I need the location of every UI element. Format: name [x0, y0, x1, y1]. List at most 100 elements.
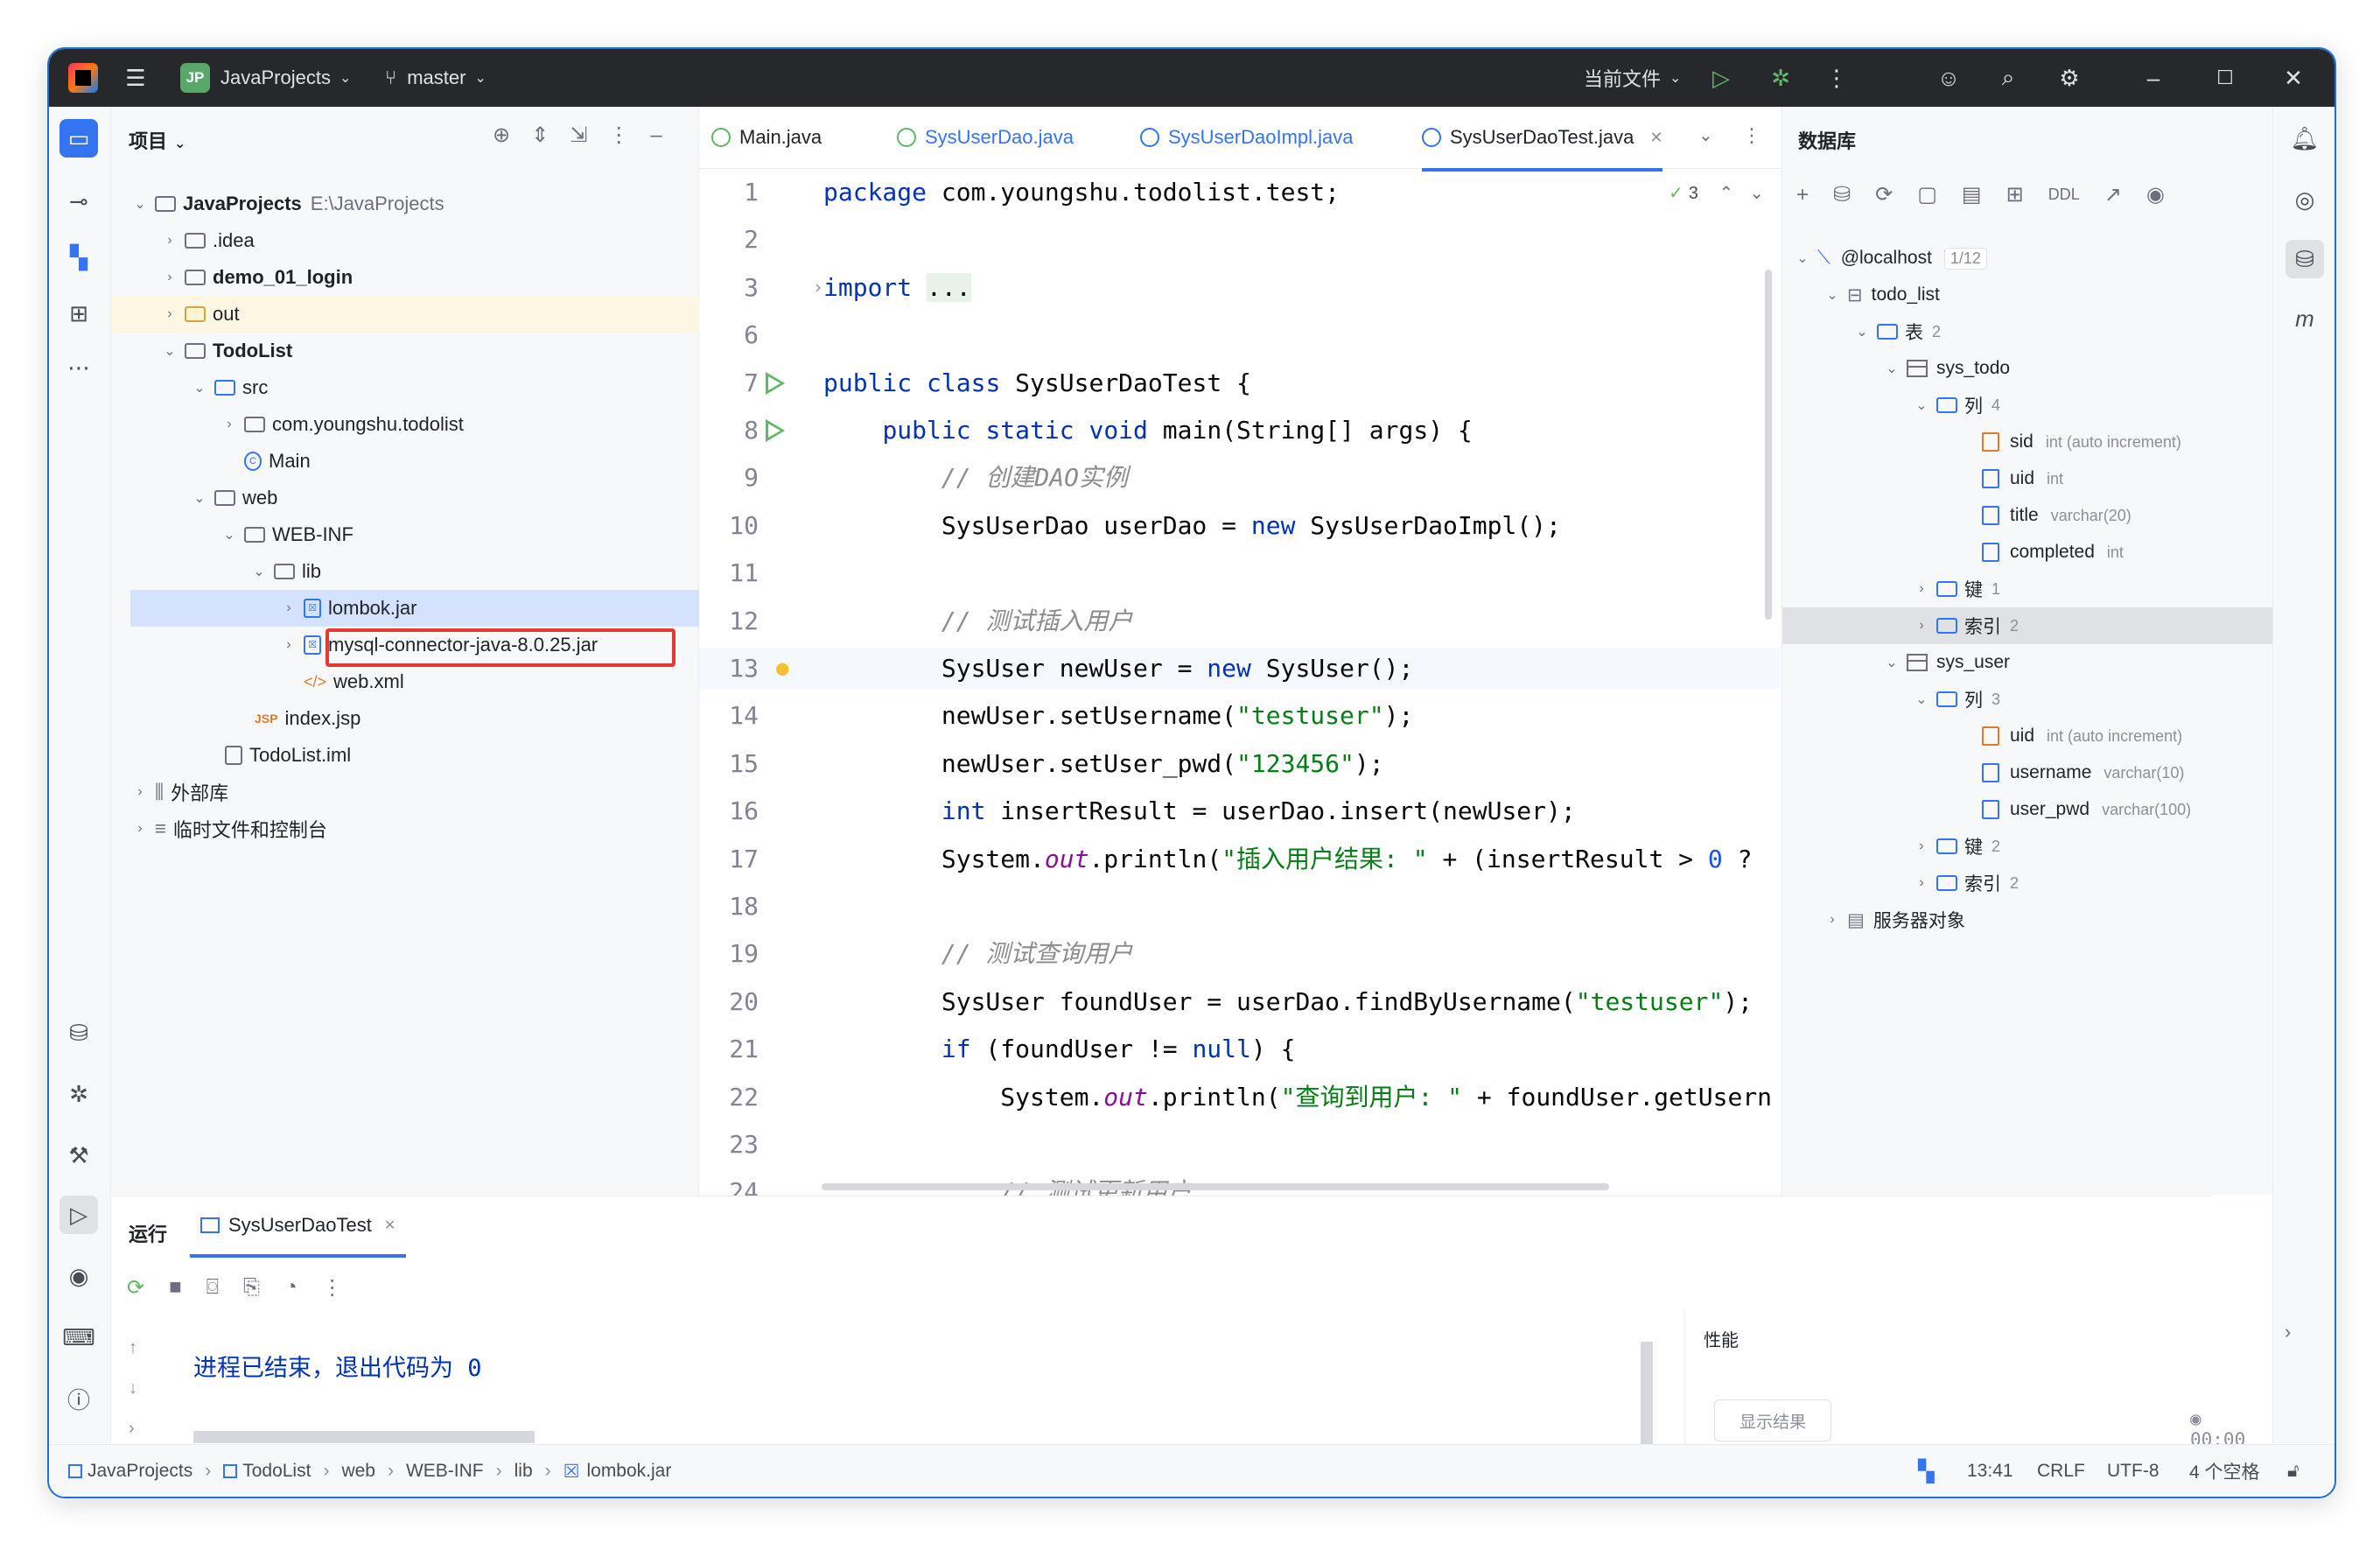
- main-menu-icon[interactable]: ☰: [121, 63, 150, 93]
- code-text[interactable]: int insertResult = userDao.insert(newUse…: [823, 790, 1576, 831]
- code-line[interactable]: 9 // 创建DAO实例: [699, 457, 1781, 498]
- db-tree-item[interactable]: › ▤ 服务器对象: [1782, 901, 2314, 938]
- code-text[interactable]: SysUser newUser = new SysUser();: [823, 648, 1413, 689]
- indent-setting[interactable]: 4 个空格: [2189, 1445, 2260, 1497]
- code-line[interactable]: 2: [699, 219, 1781, 260]
- code-line[interactable]: 10 SysUserDao userDao = new SysUserDaoIm…: [699, 505, 1781, 546]
- tree-item[interactable]: ⌄ web: [111, 480, 777, 516]
- tree-item[interactable]: › .idea: [111, 222, 747, 259]
- db-tree-item[interactable]: uid int (auto increment): [1782, 718, 2334, 754]
- code-line[interactable]: 16 int insertResult = userDao.insert(new…: [699, 790, 1781, 831]
- db-tree-item[interactable]: sid int (auto increment): [1782, 424, 2334, 460]
- maven-icon[interactable]: m: [2286, 299, 2324, 338]
- table-view-icon[interactable]: ⊞: [2006, 182, 2024, 207]
- code-line[interactable]: 14 newUser.setUsername("testuser");: [699, 695, 1781, 736]
- breadcrumb-item[interactable]: lib: [514, 1461, 533, 1482]
- db-tree-item[interactable]: username varchar(10): [1782, 754, 2334, 791]
- db-tree-item[interactable]: completed int: [1782, 534, 2334, 571]
- code-line[interactable]: 1 package com.youngshu.todolist.test;: [699, 172, 1781, 213]
- tab-sysuserdao-java[interactable]: SysUserDao.java: [897, 107, 1074, 168]
- build-hammer-icon[interactable]: ⚒: [60, 1136, 98, 1175]
- stop-icon[interactable]: ▢: [1917, 182, 1937, 207]
- caret-position[interactable]: 13:41: [1967, 1445, 2013, 1497]
- code-line[interactable]: 18: [699, 886, 1781, 927]
- terminal-icon[interactable]: ⌨: [60, 1318, 98, 1357]
- db-tree-item[interactable]: › 键 1: [1782, 571, 2334, 607]
- services-icon[interactable]: ◉: [60, 1257, 98, 1295]
- db-tree-item[interactable]: › 索引 2: [1782, 607, 2334, 644]
- project-folder-icon[interactable]: ▭: [60, 119, 98, 158]
- console-scrollbar[interactable]: [1641, 1342, 1653, 1445]
- view-options-icon[interactable]: ◉: [2146, 182, 2165, 207]
- tree-item[interactable]: › ⫼ 外部库: [111, 774, 718, 810]
- file-encoding[interactable]: UTF-8: [2107, 1445, 2160, 1497]
- db-tree-item[interactable]: ⌄ 列 3: [1782, 681, 2334, 718]
- tab-sysuserdaotest-java[interactable]: SysUserDaoTest.java ✕: [1422, 107, 1663, 172]
- run-tool-icon[interactable]: ▷: [60, 1196, 98, 1234]
- rerun-icon[interactable]: ⟳: [127, 1275, 144, 1301]
- breadcrumb-item[interactable]: lombok.jar: [586, 1461, 671, 1482]
- code-area[interactable]: 1 package com.youngshu.todolist.test; 2 3 › i…: [699, 172, 1782, 1350]
- tree-item[interactable]: ⌄ src: [111, 369, 777, 406]
- db-tree-item[interactable]: › 键 2: [1782, 828, 2334, 865]
- code-text[interactable]: // 测试插入用户: [823, 600, 1133, 642]
- structure-icon[interactable]: ⊞: [60, 294, 98, 333]
- horizontal-scrollbar[interactable]: [822, 1183, 1609, 1190]
- debug-icon[interactable]: ✲: [1766, 63, 1796, 93]
- expand-chevron-icon[interactable]: ›: [2285, 1321, 2291, 1343]
- account-icon[interactable]: ☺: [1934, 63, 1964, 93]
- project-switcher[interactable]: JP JavaProjects ⌄: [180, 49, 351, 107]
- db-tree-item[interactable]: › 索引 2: [1782, 865, 2334, 901]
- db-tree-item[interactable]: ⌄ 列 4: [1782, 387, 2334, 424]
- code-line[interactable]: 22 System.out.println("查询到用户: " + foundU…: [699, 1077, 1781, 1118]
- data-source-properties-icon[interactable]: ⛁: [1833, 182, 1851, 207]
- tabs-more-icon[interactable]: ⋮: [1742, 124, 1761, 147]
- vertical-scrollbar[interactable]: [1765, 270, 1772, 620]
- coverage-icon[interactable]: ◔: [284, 1275, 298, 1301]
- notifications-bell-icon[interactable]: 🔔︎: [2286, 119, 2324, 158]
- code-line[interactable]: 12 // 测试插入用户: [699, 600, 1781, 642]
- code-text[interactable]: package com.youngshu.todolist.test;: [823, 172, 1340, 213]
- db-tree-item[interactable]: user_pwd varchar(100): [1782, 791, 2334, 828]
- ddl-button[interactable]: DDL: [2048, 186, 2080, 204]
- tree-item-selected[interactable]: › ☒ lombok.jar: [130, 590, 780, 627]
- minimize-icon[interactable]: –: [2138, 63, 2168, 93]
- tab-main-java[interactable]: Main.java: [711, 107, 822, 168]
- settings-gear-icon[interactable]: ⚙: [2054, 63, 2084, 93]
- project-panel-title[interactable]: 项目 ⌄: [129, 126, 186, 154]
- branch-switcher[interactable]: ⑂ master ⌄: [385, 49, 486, 107]
- intention-bulb-icon[interactable]: ●: [776, 648, 788, 689]
- fold-chevron-icon[interactable]: ›: [813, 267, 823, 308]
- jump-icon[interactable]: ↗: [2104, 182, 2122, 207]
- tree-item[interactable]: › out: [111, 296, 747, 333]
- more-tools-icon[interactable]: ⋯: [60, 348, 98, 387]
- code-line[interactable]: 11: [699, 552, 1781, 593]
- lock-icon[interactable]: 🔓︎: [2287, 1445, 2300, 1497]
- tabs-dropdown-icon[interactable]: ⌄: [1698, 124, 1713, 146]
- code-line[interactable]: 13 SysUser newUser = new SysUser(); ●: [699, 648, 1781, 689]
- refresh-icon[interactable]: ⟳: [1875, 182, 1893, 207]
- more-actions-icon[interactable]: ⋮: [322, 1275, 343, 1301]
- run-tab[interactable]: SysUserDaoTest ✕: [190, 1196, 407, 1258]
- restore-layout-icon[interactable]: ⎘: [243, 1275, 260, 1301]
- database-icon[interactable]: ⛁: [60, 1013, 98, 1052]
- code-line[interactable]: 19 // 测试查询用户: [699, 933, 1781, 974]
- db-tree-item[interactable]: ⌄ ⊟ todo_list: [1782, 277, 2314, 313]
- code-line[interactable]: 6: [699, 314, 1781, 355]
- line-separator[interactable]: CRLF: [2037, 1445, 2085, 1497]
- run-gutter-icon[interactable]: [766, 371, 785, 395]
- tree-item[interactable]: › ≡ 临时文件和控制台: [111, 810, 718, 847]
- close-icon[interactable]: ✕: [2278, 63, 2308, 93]
- database-icon[interactable]: ⛁: [2286, 240, 2324, 278]
- code-text[interactable]: if (foundUser != null) {: [823, 1028, 1296, 1070]
- db-tree-item[interactable]: ⌄ sys_todo: [1782, 350, 2334, 387]
- code-text[interactable]: newUser.setUsername("testuser");: [823, 695, 1413, 736]
- tree-item[interactable]: ⌄ JavaProjects E:\JavaProjects: [111, 186, 718, 222]
- run-icon[interactable]: ▷: [1706, 63, 1736, 93]
- code-text[interactable]: newUser.setUser_pwd("123456");: [823, 743, 1384, 784]
- tab-sysuserdaoimpl-java[interactable]: SysUserDaoImpl.java: [1140, 107, 1354, 168]
- breadcrumb-item[interactable]: TodoList: [242, 1461, 311, 1482]
- code-line[interactable]: 20 SysUser foundUser = userDao.findByUse…: [699, 981, 1781, 1022]
- bug-icon[interactable]: ✲: [60, 1075, 98, 1113]
- console-nav[interactable]: ↑ ↓ ›: [129, 1328, 137, 1448]
